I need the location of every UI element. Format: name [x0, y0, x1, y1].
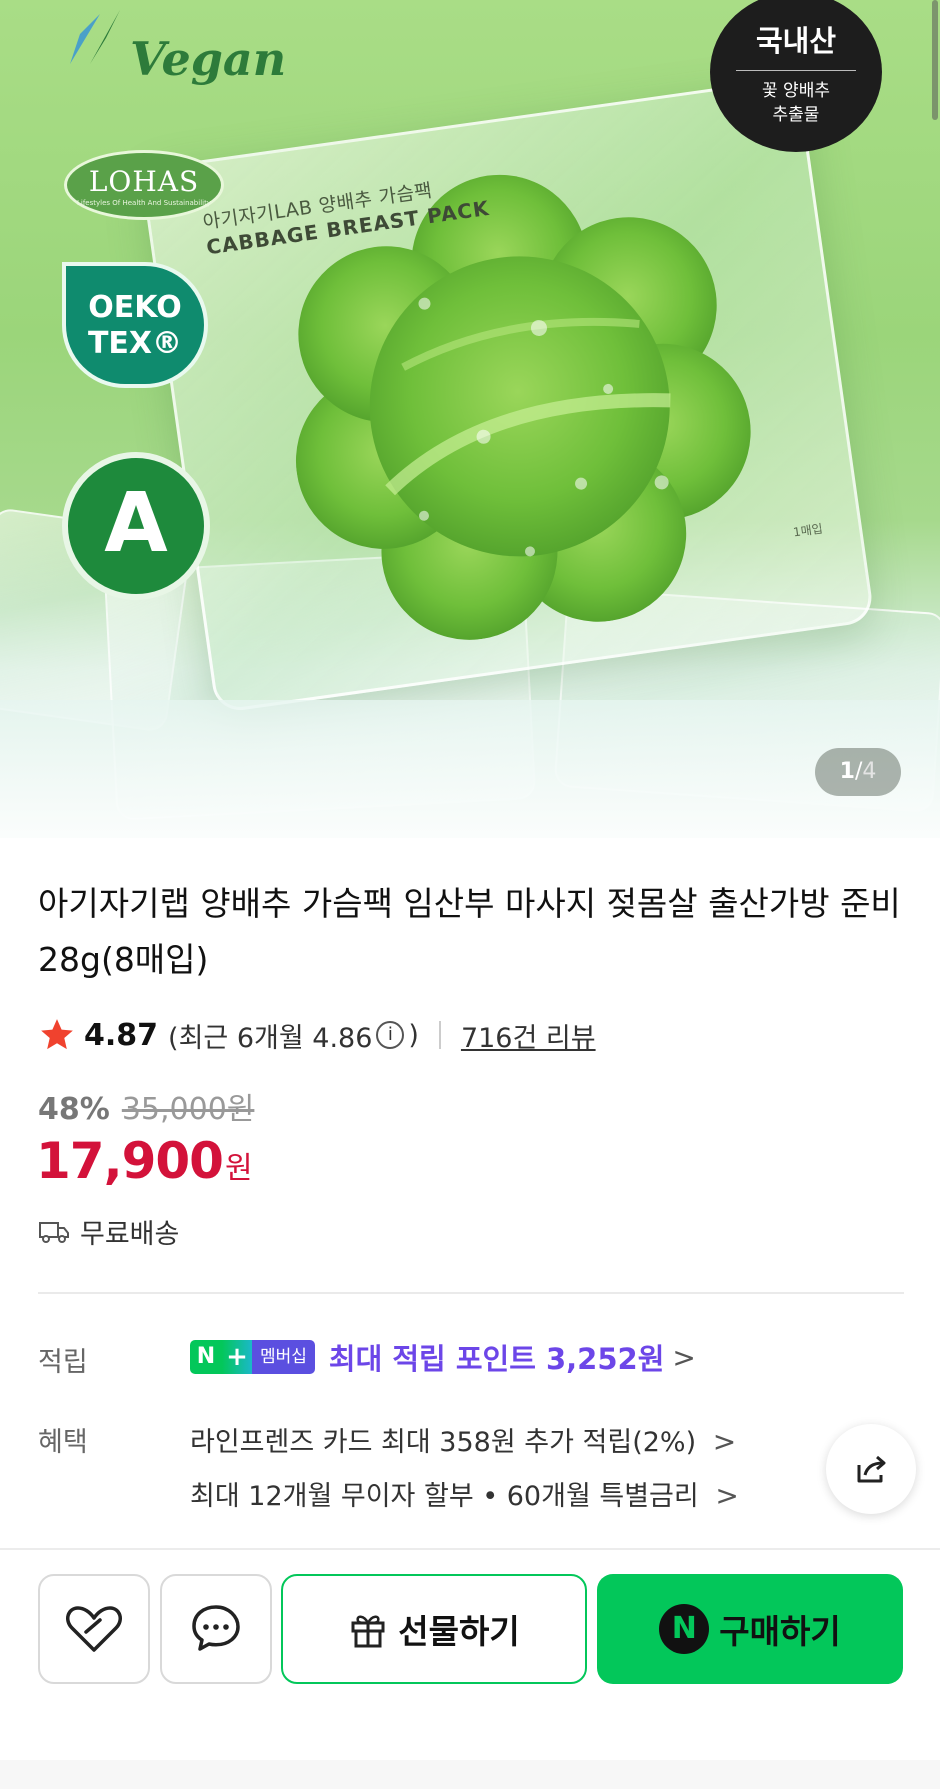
pager-current: 1 [839, 759, 855, 784]
oeko-line1: OEKO [88, 290, 182, 325]
max-points-text: 최대 적립 포인트 3,252원 [328, 1342, 665, 1376]
membership-points-link[interactable]: N + 멤버십 최대 적립 포인트 3,252원 > [190, 1336, 696, 1378]
ice-base [0, 700, 940, 838]
sale-price-unit: 원 [224, 1151, 253, 1186]
product-page: 아기자기LAB 양배추 가슴팩 CABBAGE BREAST PACK 1매입 … [0, 0, 940, 1789]
product-package: 아기자기LAB 양배추 가슴팩 CABBAGE BREAST PACK 1매입 [139, 76, 876, 714]
truck-icon [39, 1221, 69, 1243]
gift-button[interactable]: 선물하기 [281, 1574, 587, 1684]
rating-recent-close: ) [408, 1019, 419, 1051]
vegan-badge: Vegan [60, 4, 286, 104]
original-price: 35,000원 [121, 1092, 255, 1127]
chevron-right-icon: > [712, 1425, 737, 1458]
shipping-label: 무료배송 [80, 1219, 180, 1250]
gift-icon [351, 1615, 385, 1648]
grade-badge: A [62, 452, 210, 600]
pager-total: 4 [862, 759, 877, 784]
leaf-icon [70, 10, 120, 64]
share-icon [857, 1455, 886, 1483]
chevron-right-icon: > [672, 1340, 696, 1374]
nplus-membership-badge: N + 멤버십 [190, 1340, 315, 1374]
share-button[interactable] [826, 1424, 916, 1514]
sale-price: 17,900 원 [36, 1132, 253, 1190]
star-icon [41, 1019, 73, 1050]
nplus-plus: + [222, 1340, 252, 1374]
buy-label: 구매하기 [719, 1612, 841, 1651]
discount-row: 48% 35,000원 [38, 1084, 254, 1128]
divider [438, 1021, 441, 1049]
image-pager: 1/4 [815, 748, 901, 796]
review-count-link[interactable]: 716건 리뷰 [461, 1016, 596, 1055]
installment-benefit-text: 최대 12개월 무이자 할부 • 60개월 특별금리 [190, 1481, 699, 1512]
wishlist-button[interactable] [38, 1574, 150, 1684]
section-divider [38, 1292, 904, 1294]
rating-row: 4.87 (최근 6개월 4.86 i ) 716건 리뷰 [38, 1010, 596, 1060]
rating-recent: (최근 6개월 4.86 [168, 1022, 373, 1054]
lohas-badge: LOHAS Lifestyles Of Health And Sustainab… [64, 150, 224, 220]
rating-score: 4.87 [84, 1017, 159, 1053]
bottom-safe-area [0, 1760, 940, 1789]
gift-label: 선물하기 [398, 1612, 520, 1651]
card-benefit-text: 라인프렌즈 카드 최대 358원 추가 적립(2%) [190, 1427, 697, 1458]
nplus-n: N [190, 1340, 222, 1374]
lohas-sublabel: Lifestyles Of Health And Sustainability [77, 199, 211, 207]
origin-divider [736, 70, 856, 71]
heart-icon [66, 1606, 122, 1652]
oeko-line2: TEX® [87, 326, 183, 361]
points-label: 적립 [38, 1347, 88, 1378]
oeko-tex-badge: OEKO TEX® [62, 262, 208, 388]
pack-quantity: 1매입 [792, 521, 824, 540]
product-image-carousel[interactable]: 아기자기LAB 양배추 가슴팩 CABBAGE BREAST PACK 1매입 … [0, 0, 940, 838]
card-benefit-link[interactable]: 라인프렌즈 카드 최대 358원 추가 적립(2%) > [190, 1420, 736, 1459]
scrollbar[interactable] [932, 0, 938, 120]
vegan-label: Vegan [130, 32, 287, 86]
chat-button[interactable] [160, 1574, 272, 1684]
lohas-label: LOHAS [88, 165, 200, 198]
benefit-label: 혜택 [38, 1427, 88, 1458]
buy-button[interactable]: N 구매하기 [597, 1574, 903, 1684]
naver-pay-icon: N [659, 1604, 710, 1654]
chevron-right-icon: > [715, 1479, 739, 1512]
chat-bubble-icon [192, 1605, 240, 1651]
sale-price-number: 17,900 [36, 1132, 224, 1190]
shipping-info: 무료배송 [38, 1212, 179, 1251]
product-title: 아기자기랩 양배추 가슴팩 임산부 마사지 젖몸살 출산가방 준비 28g(8매… [38, 884, 901, 979]
origin-badge: 국내산 꽃 양배추 추출물 [710, 0, 882, 152]
installment-benefit-link[interactable]: 최대 12개월 무이자 할부 • 60개월 특별금리 > [190, 1474, 739, 1513]
origin-main: 국내산 [755, 24, 837, 58]
origin-sub-1: 꽃 양배추 [762, 81, 830, 101]
origin-sub-2: 추출물 [772, 105, 820, 125]
discount-rate: 48% [38, 1092, 110, 1127]
nplus-member: 멤버십 [252, 1340, 315, 1374]
info-icon[interactable]: i [376, 1021, 405, 1049]
